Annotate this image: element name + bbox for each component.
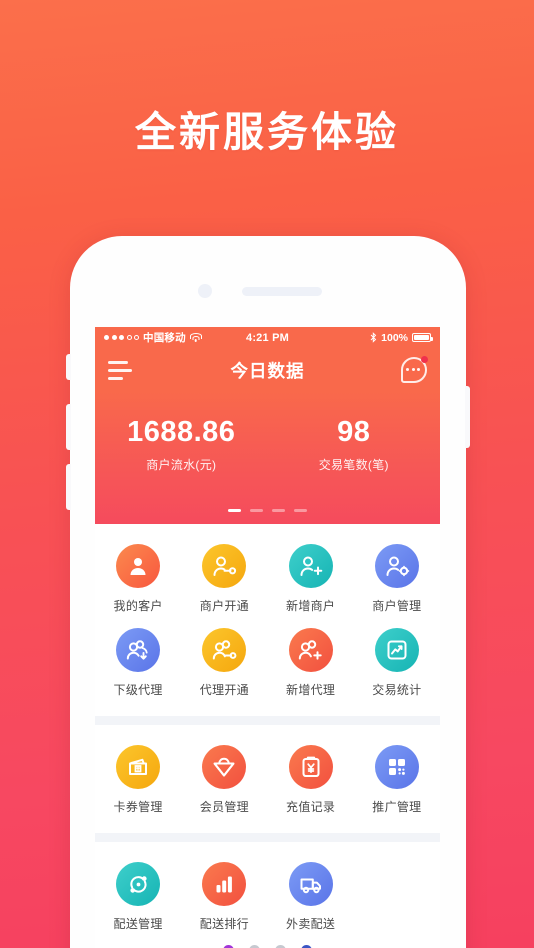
battery-full-icon [412,333,433,342]
status-bar-right: 100% [370,331,433,344]
clipboard-yuan-icon [288,745,333,789]
grid-item-label: 配送管理 [113,917,163,931]
stat-value: 98 [337,416,371,448]
chart-square-icon [374,628,419,672]
stat-value: 1688.86 [127,416,236,448]
grid-item-delivery-manage[interactable]: 配送管理 [95,856,181,940]
volume-down-button[interactable] [66,464,71,510]
grid-item-empty [354,856,440,940]
status-bar: 中国移动 4:21 PM 100% [95,327,440,348]
grid-item-agent-open[interactable]: 代理开通 [181,622,267,706]
grid-item-label: 新增代理 [286,683,336,697]
navigation-bar: 今日数据 [95,348,440,392]
grid-section-delivery: 配送管理 配送排行 外卖配送 [95,842,440,948]
grid-row: 我的客户 商户开通 新增商户 商户管理 [95,538,440,622]
coupon-wallet-icon [116,745,161,789]
users-plus-icon [288,628,333,672]
delivery-truck-icon [288,862,333,906]
nav-title: 今日数据 [230,360,305,381]
section-divider [95,716,440,725]
grid-item-merchant-manage[interactable]: 商户管理 [354,538,440,622]
grid-item-label: 商户管理 [372,599,422,613]
grid-item-add-agent[interactable]: 新增代理 [268,622,354,706]
bar-chart-icon [202,862,247,906]
grid-item-label: 配送排行 [199,917,249,931]
qr-grid-icon [374,745,419,789]
grid-item-label: 会员管理 [199,800,249,814]
chat-bubble-icon[interactable] [401,356,428,383]
grid-section-marketing: 卡券管理 会员管理 充值记录 推广管理 [95,725,440,833]
grid-item-label: 充值记录 [286,800,336,814]
user-gear-icon [374,544,419,588]
notification-badge [421,356,428,363]
earpiece-speaker [242,287,322,296]
grid-item-member-manage[interactable]: 会员管理 [181,739,267,823]
stat-label: 商户流水(元) [146,458,217,473]
stat-label: 交易笔数(笔) [318,458,389,473]
grid-item-sub-agent[interactable]: 下级代理 [95,622,181,706]
grid-item-label: 外卖配送 [286,917,336,931]
section-divider [95,833,440,842]
grid-item-label: 卡券管理 [113,800,163,814]
grid-item-label: 新增商户 [286,599,336,613]
stat-merchant-turnover: 1688.86 商户流水(元) [95,417,268,473]
grid-item-my-customers[interactable]: 我的客户 [95,538,181,622]
grid-item-label: 代理开通 [199,683,249,697]
grid-item-delivery-ranking[interactable]: 配送排行 [181,856,267,940]
grid-item-label: 交易统计 [372,683,422,697]
grid-item-merchant-open[interactable]: 商户开通 [181,538,267,622]
grid-item-transaction-stats[interactable]: 交易统计 [354,622,440,706]
silent-switch[interactable] [66,354,71,380]
grid-row: 下级代理 代理开通 新增代理 交易统计 [95,622,440,706]
grid-item-label: 商户开通 [199,599,249,613]
grid-item-promotion-manage[interactable]: 推广管理 [354,739,440,823]
grid-item-takeout-delivery[interactable]: 外卖配送 [268,856,354,940]
grid-item-label: 推广管理 [372,800,422,814]
today-data-hero: 1688.86 商户流水(元) 98 交易笔数(笔) [95,392,440,524]
users-key-icon [202,628,247,672]
battery-percent-label: 100% [381,331,408,344]
grid-section-merchants: 我的客户 商户开通 新增商户 商户管理 下级代理 代理开通 新增代理 交易统计 [95,524,440,716]
grid-row: 卡券管理 会员管理 充值记录 推广管理 [95,739,440,823]
user-plus-icon [288,544,333,588]
phone-screen: 中国移动 4:21 PM 100% 今日数据 1688.86 商户流水(元) 9… [95,327,440,948]
power-button[interactable] [465,386,470,448]
grid-item-add-merchant[interactable]: 新增商户 [268,538,354,622]
grid-row: 配送管理 配送排行 外卖配送 [95,856,440,940]
page-title: 全新服务体验 [135,109,399,155]
users-down-icon [116,628,161,672]
front-camera-icon [198,284,212,298]
stat-transaction-count: 98 交易笔数(笔) [268,417,441,473]
grid-item-label: 我的客户 [113,599,163,613]
volume-up-button[interactable] [66,404,71,450]
grid-item-label: 下级代理 [113,683,163,697]
grid-item-recharge-record[interactable]: 充值记录 [268,739,354,823]
phone-mockup: 中国移动 4:21 PM 100% 今日数据 1688.86 商户流水(元) 9… [66,236,470,948]
user-icon [116,544,161,588]
user-key-icon [202,544,247,588]
bluetooth-icon [370,332,377,343]
grid-item-coupon-manage[interactable]: 卡券管理 [95,739,181,823]
delivery-cycle-icon [116,862,161,906]
diamond-icon [202,745,247,789]
hero-carousel-indicator[interactable] [95,508,440,512]
